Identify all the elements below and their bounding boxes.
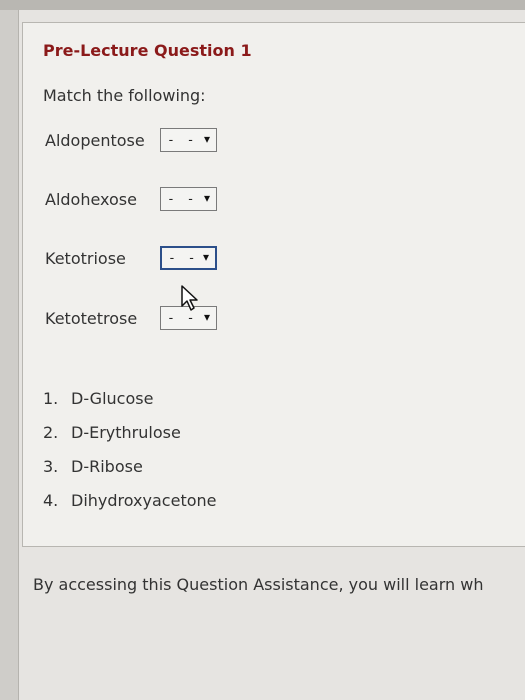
list-item: 4. Dihydroxyacetone [43, 483, 216, 517]
list-item-text: Dihydroxyacetone [71, 490, 217, 510]
options-list: 1. D-Glucose 2. D-Erythrulose 3. D-Ribos… [43, 381, 216, 517]
chevron-down-icon: ▼ [202, 252, 209, 264]
list-item-number: 4. [43, 490, 59, 510]
match-row-aldopentose: Aldopentose - - ▼ [45, 125, 217, 155]
chevron-down-icon: ▼ [203, 134, 210, 146]
match-label: Ketotriose [45, 248, 126, 268]
list-item: 2. D-Erythrulose [43, 415, 216, 449]
list-item-text: D-Erythrulose [71, 422, 181, 442]
chevron-down-icon: ▼ [203, 193, 210, 205]
question-title: Pre-Lecture Question 1 [43, 41, 252, 60]
select-value: - - [167, 132, 197, 148]
question-assistance-text: By accessing this Question Assistance, y… [33, 575, 484, 594]
question-panel: Pre-Lecture Question 1 Match the followi… [22, 22, 525, 547]
list-item-number: 2. [43, 422, 59, 442]
list-item-number: 1. [43, 388, 59, 408]
select-value: - - [167, 191, 197, 207]
mouse-pointer-icon [181, 285, 198, 311]
match-label: Aldopentose [45, 130, 145, 150]
match-select-aldohexose[interactable]: - - ▼ [160, 187, 217, 211]
match-select-aldopentose[interactable]: - - ▼ [160, 128, 217, 152]
list-item-text: D-Ribose [71, 456, 143, 476]
chevron-down-icon: ▼ [203, 312, 210, 324]
select-value: - - [168, 250, 198, 266]
list-item: 3. D-Ribose [43, 449, 216, 483]
match-label: Aldohexose [45, 189, 137, 209]
left-sidebar-strip [0, 10, 19, 700]
list-item-text: D-Glucose [71, 388, 154, 408]
match-label: Ketotetrose [45, 308, 138, 328]
match-select-ketotriose[interactable]: - - ▼ [160, 246, 217, 270]
question-instructions: Match the following: [43, 86, 206, 105]
list-item: 1. D-Glucose [43, 381, 216, 415]
match-row-ketotriose: Ketotriose - - ▼ [45, 243, 217, 273]
window-top-edge [0, 0, 525, 10]
list-item-number: 3. [43, 456, 59, 476]
match-row-aldohexose: Aldohexose - - ▼ [45, 184, 217, 214]
